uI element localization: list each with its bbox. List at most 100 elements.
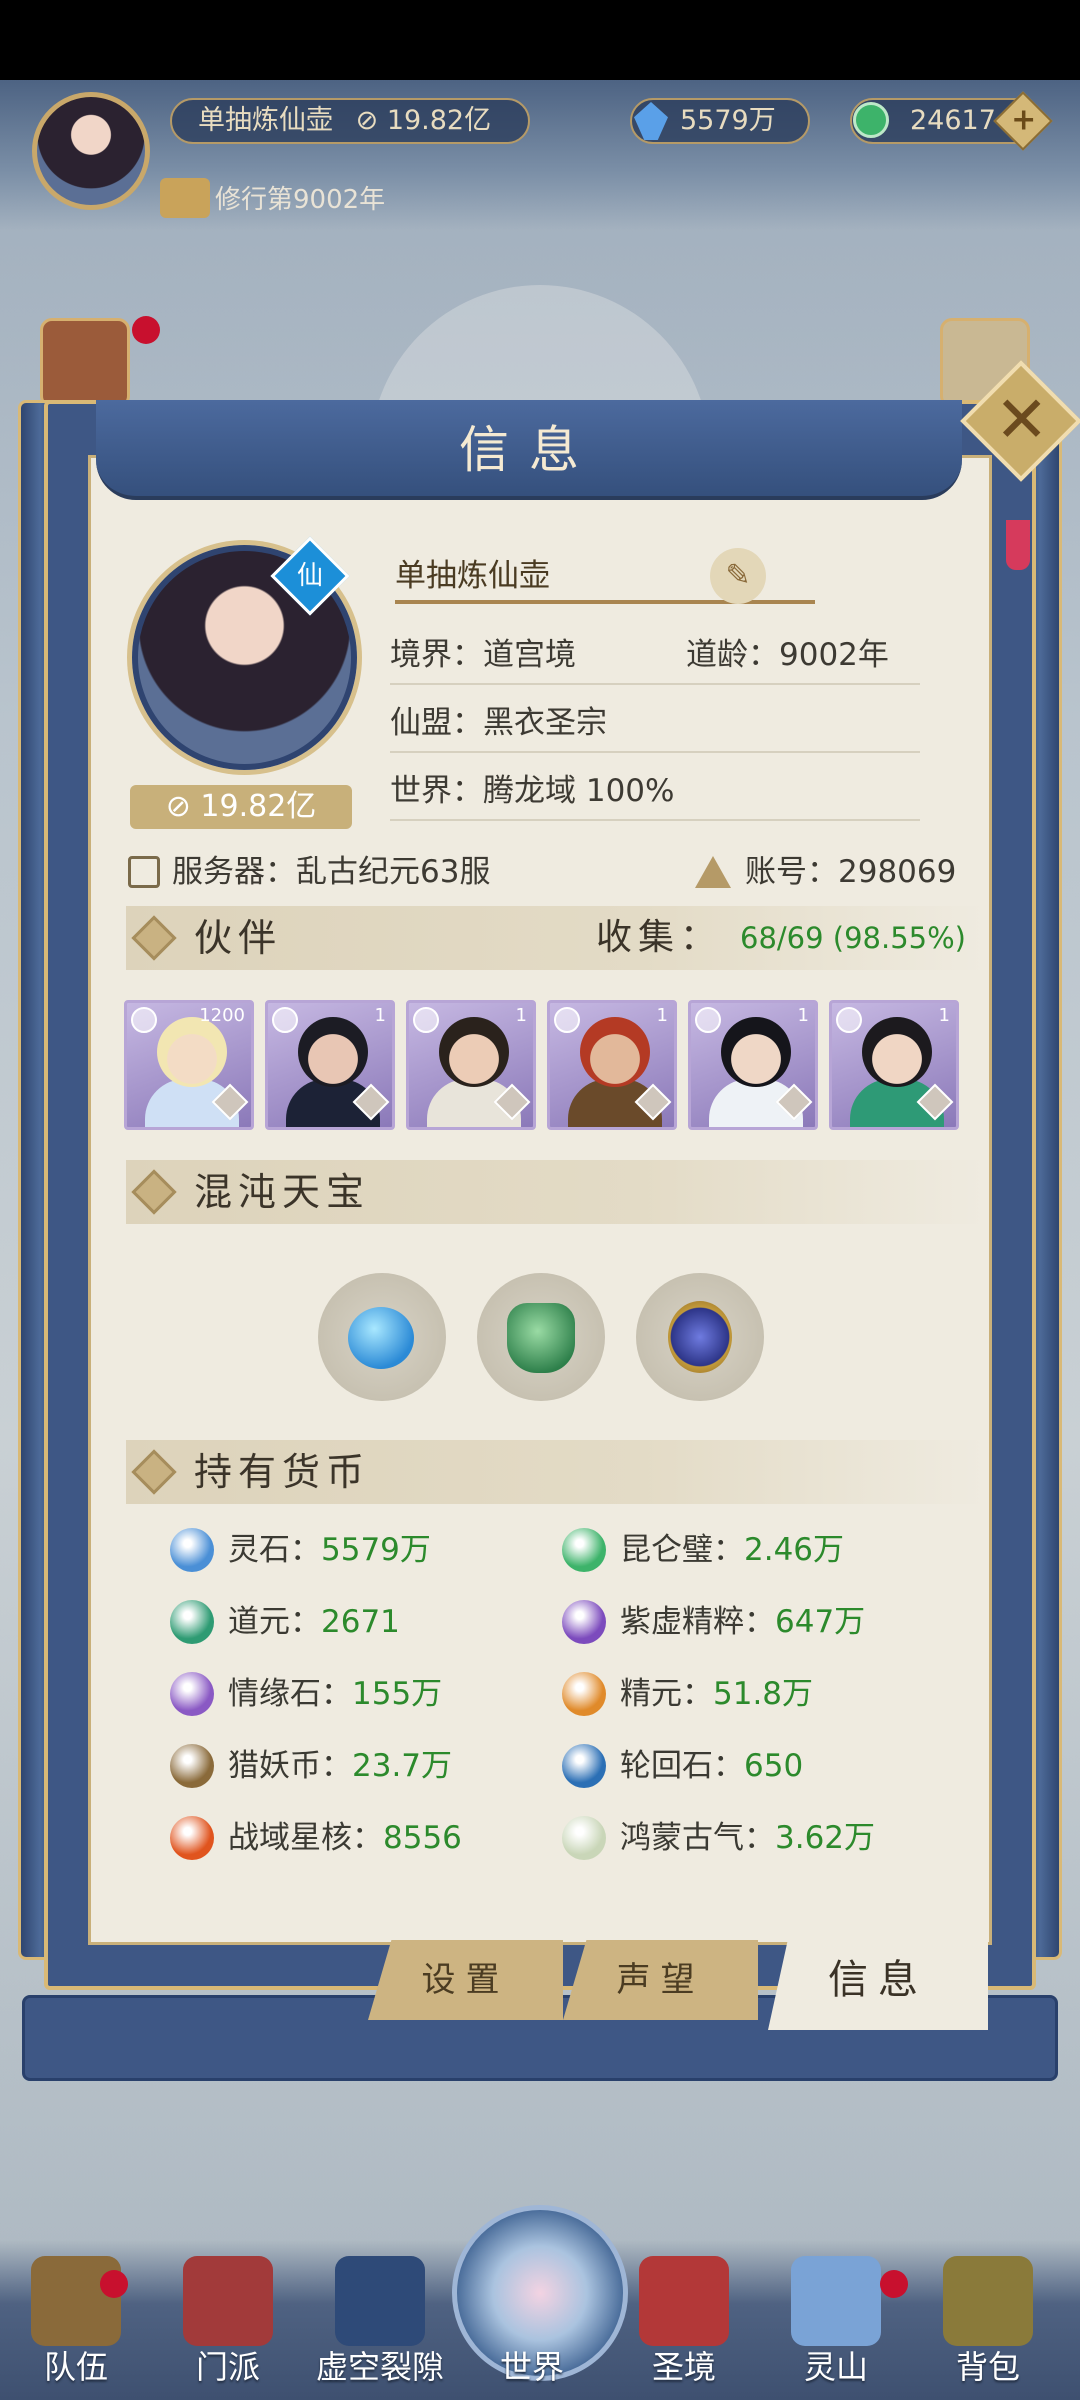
close-tassel xyxy=(1006,520,1030,570)
partner-card[interactable]: 1 xyxy=(547,1000,677,1130)
currency-label: 情缘石： xyxy=(228,1676,352,1712)
jade-disc-icon xyxy=(562,1528,606,1572)
nav-items: 队伍 门派 虚空裂隙 世界 圣境 灵山 背包 xyxy=(0,2240,1080,2400)
currency-item: 鸿蒙古气：3.62万 xyxy=(562,1810,942,1866)
currency-list: 灵石：5579万 昆仑璧：2.46万 道元：2671 紫虚精粹：647万 情缘石：155… xyxy=(170,1522,950,1882)
left-event-icon[interactable] xyxy=(40,318,130,408)
currency-title: 持有货币 xyxy=(194,1450,371,1494)
partner-portrait-head xyxy=(862,1017,932,1087)
notification-dot xyxy=(100,2270,128,2298)
server-text: 服务器：乱古纪元63服 xyxy=(172,854,491,890)
backpack-icon xyxy=(943,2256,1033,2346)
currency-label: 鸿蒙古气： xyxy=(620,1820,775,1856)
currency-item: 道元：2671 xyxy=(170,1594,550,1650)
partner-list: 1200 1 1 1 1 1 xyxy=(124,1000,964,1132)
currency-value: 155万 xyxy=(352,1676,443,1712)
partner-level: 1200 xyxy=(199,1005,245,1026)
nav-sect[interactable]: 门派 xyxy=(158,2240,298,2400)
essence-orb-icon xyxy=(562,1672,606,1716)
sect-icon xyxy=(183,2256,273,2346)
power-icon: ⊘ xyxy=(165,789,201,824)
partner-card[interactable]: 1200 xyxy=(124,1000,254,1130)
spirit-mountain-icon xyxy=(791,2256,881,2346)
partner-level: 1 xyxy=(656,1005,668,1026)
currency-label: 猎妖币： xyxy=(228,1748,352,1784)
realm-text: 境界：道宫境 xyxy=(390,637,576,673)
currency-item: 昆仑璧：2.46万 xyxy=(562,1522,942,1578)
nav-world[interactable]: 世界 xyxy=(462,2240,602,2400)
partner-portrait-head xyxy=(721,1017,791,1087)
cultivation-year: 修行第9002年 xyxy=(215,185,386,215)
yin-yang-icon xyxy=(562,1744,606,1788)
currency-item: 情缘石：155万 xyxy=(170,1666,550,1722)
partners-title: 伙伴 xyxy=(194,916,283,960)
bronze-coin-icon xyxy=(170,1744,214,1788)
player-avatar[interactable] xyxy=(32,92,150,210)
world-icon xyxy=(487,2256,577,2346)
notification-dot xyxy=(132,316,160,344)
currency-item: 猎妖币：23.7万 xyxy=(170,1738,550,1794)
mirror-icon xyxy=(668,1301,732,1373)
partner-level: 1 xyxy=(515,1005,527,1026)
currency-label: 道元： xyxy=(228,1604,321,1640)
partner-portrait-head xyxy=(298,1017,368,1087)
partner-card[interactable]: 1 xyxy=(265,1000,395,1130)
tab-settings[interactable]: 设置 xyxy=(368,1940,563,2020)
team-icon xyxy=(31,2256,121,2346)
player-name-pill: 单抽炼仙壶 ⊘ 19.82亿 xyxy=(170,98,530,144)
partner-card[interactable]: 1 xyxy=(829,1000,959,1130)
nav-void-rift[interactable]: 虚空裂隙 xyxy=(310,2240,450,2400)
partner-level: 1 xyxy=(938,1005,950,1026)
currency-item: 战域星核：8556 xyxy=(170,1810,550,1866)
element-icon xyxy=(131,1007,157,1033)
currency-item: 轮回石：650 xyxy=(562,1738,942,1794)
rename-brush-icon[interactable]: ✎ xyxy=(710,548,766,604)
server-icon xyxy=(128,856,160,888)
account-text: 账号：298069 xyxy=(745,854,957,890)
currency-value: 2671 xyxy=(321,1604,400,1640)
nav-label: 圣境 xyxy=(651,2348,716,2386)
gourd-icon xyxy=(348,1307,414,1369)
currency-label: 紫虚精粹： xyxy=(620,1604,775,1640)
void-rift-icon xyxy=(335,2256,425,2346)
nav-spirit-mountain[interactable]: 灵山 xyxy=(766,2240,906,2400)
currency-label: 战域星核： xyxy=(228,1820,383,1856)
cauldron-icon xyxy=(507,1303,575,1373)
treasure-slot-mirror[interactable] xyxy=(636,1273,764,1401)
scroll-icon xyxy=(160,178,210,218)
element-icon xyxy=(554,1007,580,1033)
alliance-text: 仙盟：黑衣圣宗 xyxy=(390,693,920,753)
age-text: 道龄：9002年 xyxy=(686,637,889,673)
nav-label: 背包 xyxy=(955,2348,1020,2386)
nav-backpack[interactable]: 背包 xyxy=(918,2240,1058,2400)
partner-portrait-head xyxy=(157,1017,227,1087)
blue-crystal-icon xyxy=(170,1528,214,1572)
player-power: 19.82亿 xyxy=(386,105,492,136)
partner-card[interactable]: 1 xyxy=(406,1000,536,1130)
status-bar xyxy=(0,0,1080,80)
currency-item: 精元：51.8万 xyxy=(562,1666,942,1722)
currency-value: 650 xyxy=(744,1748,804,1784)
nav-label: 门派 xyxy=(195,2348,260,2386)
nav-team[interactable]: 队伍 xyxy=(6,2240,146,2400)
nav-label: 虚空裂隙 xyxy=(315,2348,444,2386)
partner-level: 1 xyxy=(797,1005,809,1026)
purple-crystal-icon xyxy=(562,1600,606,1644)
jade-value: 24617 xyxy=(910,105,996,136)
spirit-stone-value: 5579万 xyxy=(680,105,776,136)
partner-portrait-head xyxy=(439,1017,509,1087)
treasure-slot-cauldron[interactable] xyxy=(477,1273,605,1401)
currency-value: 5579万 xyxy=(321,1532,431,1568)
nav-label: 队伍 xyxy=(43,2348,108,2386)
currency-label: 精元： xyxy=(620,1676,713,1712)
collect-label: 收集： xyxy=(596,917,723,958)
tab-reputation[interactable]: 声望 xyxy=(563,1940,758,2020)
nav-holy-realm[interactable]: 圣境 xyxy=(614,2240,754,2400)
tab-info[interactable]: 信息 xyxy=(768,1930,988,2030)
currency-value: 2.46万 xyxy=(744,1532,845,1568)
currency-label: 昆仑璧： xyxy=(620,1532,744,1568)
treasure-slot-gourd[interactable] xyxy=(318,1273,446,1401)
world-text: 世界：腾龙域 100% xyxy=(390,761,920,821)
currency-item: 灵石：5579万 xyxy=(170,1522,550,1578)
partner-card[interactable]: 1 xyxy=(688,1000,818,1130)
